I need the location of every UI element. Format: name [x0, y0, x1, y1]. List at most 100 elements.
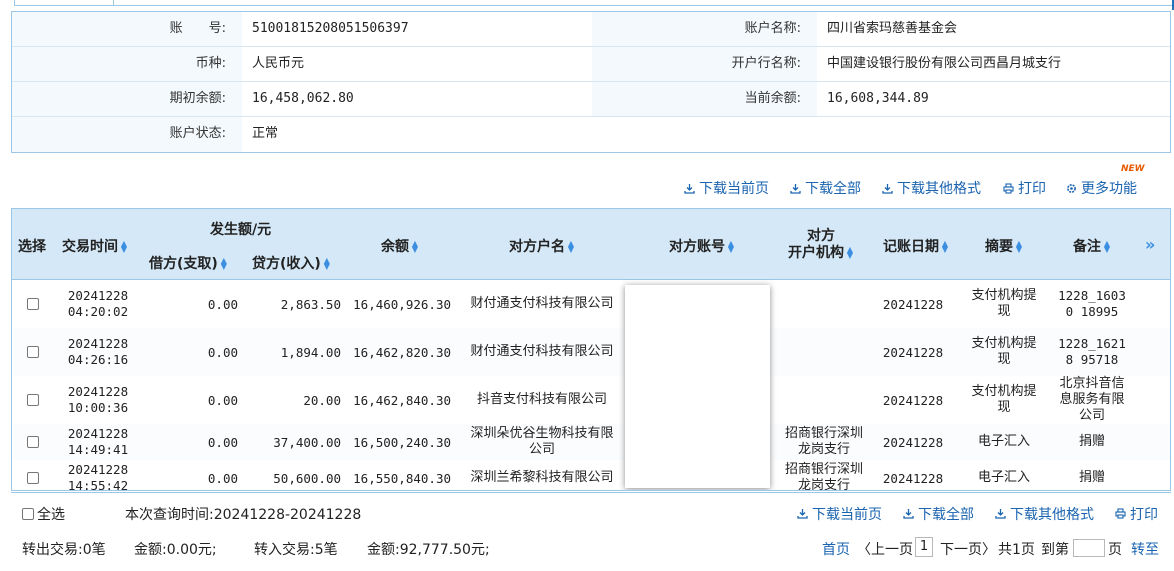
account-info-row: 期初余额: 16,458,062.80 当前余额: 16,608,344.89 — [12, 82, 1170, 117]
row-checkbox[interactable] — [27, 472, 39, 484]
balance-cell: 16,462,840.30 — [353, 392, 451, 408]
download-current-page-label: 下载当前页 — [699, 181, 769, 197]
query-time-text: 本次查询时间:20241228-20241228 — [125, 507, 362, 523]
sort-icon[interactable]: ▲ ▼ — [411, 240, 419, 254]
remark-cell: 捐赠 — [1078, 434, 1105, 449]
gear-icon — [1067, 184, 1076, 193]
counterparty-bank-cell: 招商银行深圳龙岗支行 — [784, 462, 863, 491]
account-status-label: 账户状态: — [12, 117, 242, 152]
counterparty-name-cell: 财付通支付科技有限公司 — [470, 344, 614, 359]
row-checkbox[interactable] — [27, 394, 39, 406]
tab-divider — [114, 5, 1174, 6]
trade-time: 04:20:02 — [67, 304, 129, 319]
goto-page-input[interactable] — [1073, 539, 1105, 557]
more-functions-label: 更多功能 — [1081, 181, 1137, 197]
counterparty-name-cell: 深圳兰希黎科技有限公司 — [470, 470, 614, 485]
next-page-link[interactable]: 下一页〉 — [940, 539, 996, 559]
row-checkbox-cell — [27, 460, 39, 490]
trade-date: 20241228 — [67, 426, 129, 441]
header-summary-label: 摘要 — [985, 239, 1013, 255]
bank-name-value: 中国建设银行股份有限公司西昌月城支行 — [817, 47, 1170, 81]
printer-icon — [1115, 508, 1126, 519]
header-credit-label: 贷方(收入) — [252, 256, 321, 272]
header-summary[interactable]: 摘要 ▲ ▼ — [985, 236, 1023, 256]
sort-icon[interactable]: ▲ ▼ — [220, 257, 228, 271]
opening-balance-label: 期初余额: — [12, 82, 242, 116]
first-page-link[interactable]: 首页 — [822, 539, 850, 559]
header-time[interactable]: 交易时间 ▲ ▼ — [62, 236, 128, 256]
account-info-row: 账户状态: 正常 — [12, 117, 1170, 152]
out-amount-text: 金额:0.00元; — [134, 542, 217, 558]
header-post-date[interactable]: 记账日期 ▲ ▼ — [883, 236, 949, 256]
download-current-page-button[interactable]: 下载当前页 — [684, 178, 769, 198]
balance-cell: 16,462,820.30 — [353, 344, 451, 360]
header-select: 选择 — [18, 239, 46, 255]
credit-cell: 20.00 — [303, 392, 341, 408]
trade-date: 20241228 — [67, 384, 129, 399]
goto-button[interactable]: 转至 — [1131, 539, 1159, 559]
select-all-control[interactable]: 全选 — [22, 504, 65, 524]
in-amount-text: 金额:92,777.50元; — [367, 542, 490, 558]
header-balance[interactable]: 余额 ▲ ▼ — [381, 236, 419, 256]
header-remark[interactable]: 备注 ▲ ▼ — [1073, 236, 1111, 256]
sort-icon[interactable]: ▲ ▼ — [1103, 240, 1111, 254]
debit-cell: 0.00 — [207, 392, 238, 408]
time-cell: 20241228 04:26:16 — [62, 328, 134, 376]
more-functions-button[interactable]: 更多功能 — [1066, 178, 1137, 198]
expand-columns-icon[interactable]: » — [1145, 235, 1155, 254]
row-checkbox[interactable] — [27, 436, 39, 448]
currency-label: 币种: — [12, 47, 242, 81]
download-other-format-label: 下载其他格式 — [897, 181, 981, 197]
header-debit[interactable]: 借方(支取) ▲ ▼ — [149, 253, 228, 273]
header-counterparty-name[interactable]: 对方户名 ▲ ▼ — [509, 236, 575, 256]
download-other-format-button[interactable]: 下载其他格式 — [882, 178, 981, 198]
currency-value: 人民币元 — [242, 47, 592, 81]
current-balance-value: 16,608,344.89 — [817, 82, 1170, 116]
header-post-date-label: 记账日期 — [883, 239, 939, 255]
footer-download-all-button[interactable]: 下载全部 — [903, 504, 974, 524]
footer-download-current-page-button[interactable]: 下载当前页 — [797, 504, 882, 524]
download-all-button[interactable]: 下载全部 — [790, 178, 861, 198]
header-counterparty-account[interactable]: 对方账号 ▲ ▼ — [669, 236, 735, 256]
time-cell: 20241228 14:49:41 — [62, 424, 134, 460]
download-icon — [797, 509, 808, 519]
footer-print-label: 打印 — [1130, 507, 1158, 523]
sort-icon[interactable]: ▲ ▼ — [1015, 240, 1023, 254]
download-icon — [684, 184, 695, 194]
footer-download-current-page-label: 下载当前页 — [812, 507, 882, 523]
download-all-label: 下载全部 — [805, 181, 861, 197]
sort-icon[interactable]: ▲ ▼ — [567, 240, 575, 254]
footer-print-button[interactable]: 打印 — [1115, 504, 1158, 524]
current-page-indicator[interactable]: 1 — [915, 537, 933, 557]
table-row: 20241228 14:49:41 0.00 37,400.00 16,500,2… — [12, 424, 1170, 460]
account-number-value: 51001815208051506397 — [242, 12, 592, 46]
time-cell: 20241228 04:20:02 — [62, 280, 134, 328]
header-credit[interactable]: 贷方(收入) ▲ ▼ — [252, 253, 331, 273]
print-button[interactable]: 打印 — [1003, 178, 1046, 198]
credit-cell: 2,863.50 — [280, 296, 341, 312]
trade-date: 20241228 — [67, 462, 129, 477]
active-tab[interactable] — [14, 0, 114, 6]
header-counterparty-name-label: 对方户名 — [509, 239, 565, 255]
current-balance-label: 当前余额: — [592, 82, 817, 116]
balance-cell: 16,460,926.30 — [353, 296, 451, 312]
account-info-row: 币种: 人民币元 开户行名称: 中国建设银行股份有限公司西昌月城支行 — [12, 47, 1170, 82]
row-checkbox[interactable] — [27, 298, 39, 310]
account-name-value: 四川省索玛慈善基金会 — [817, 12, 1170, 46]
goto-suffix: 页 — [1108, 542, 1122, 558]
sort-icon[interactable]: ▲ ▼ — [323, 257, 331, 271]
sort-icon[interactable]: ▲ ▼ — [120, 240, 128, 254]
sort-icon[interactable]: ▲ ▼ — [727, 240, 735, 254]
sort-icon[interactable]: ▲ ▼ — [846, 246, 854, 260]
table-row: 20241228 10:00:36 0.00 20.00 16,462,840.3… — [12, 376, 1170, 424]
credit-cell: 50,600.00 — [273, 470, 341, 486]
header-counterparty-bank[interactable]: 对方 开户机构 ▲ ▼ — [788, 228, 854, 262]
row-checkbox[interactable] — [27, 346, 39, 358]
print-label: 打印 — [1018, 181, 1046, 197]
header-balance-label: 余额 — [381, 239, 409, 255]
prev-page-link[interactable]: 〈上一页 — [857, 539, 913, 559]
sort-icon[interactable]: ▲ ▼ — [941, 240, 949, 254]
select-all-checkbox[interactable] — [22, 508, 34, 520]
download-icon — [882, 184, 893, 194]
footer-download-other-format-button[interactable]: 下载其他格式 — [995, 504, 1094, 524]
